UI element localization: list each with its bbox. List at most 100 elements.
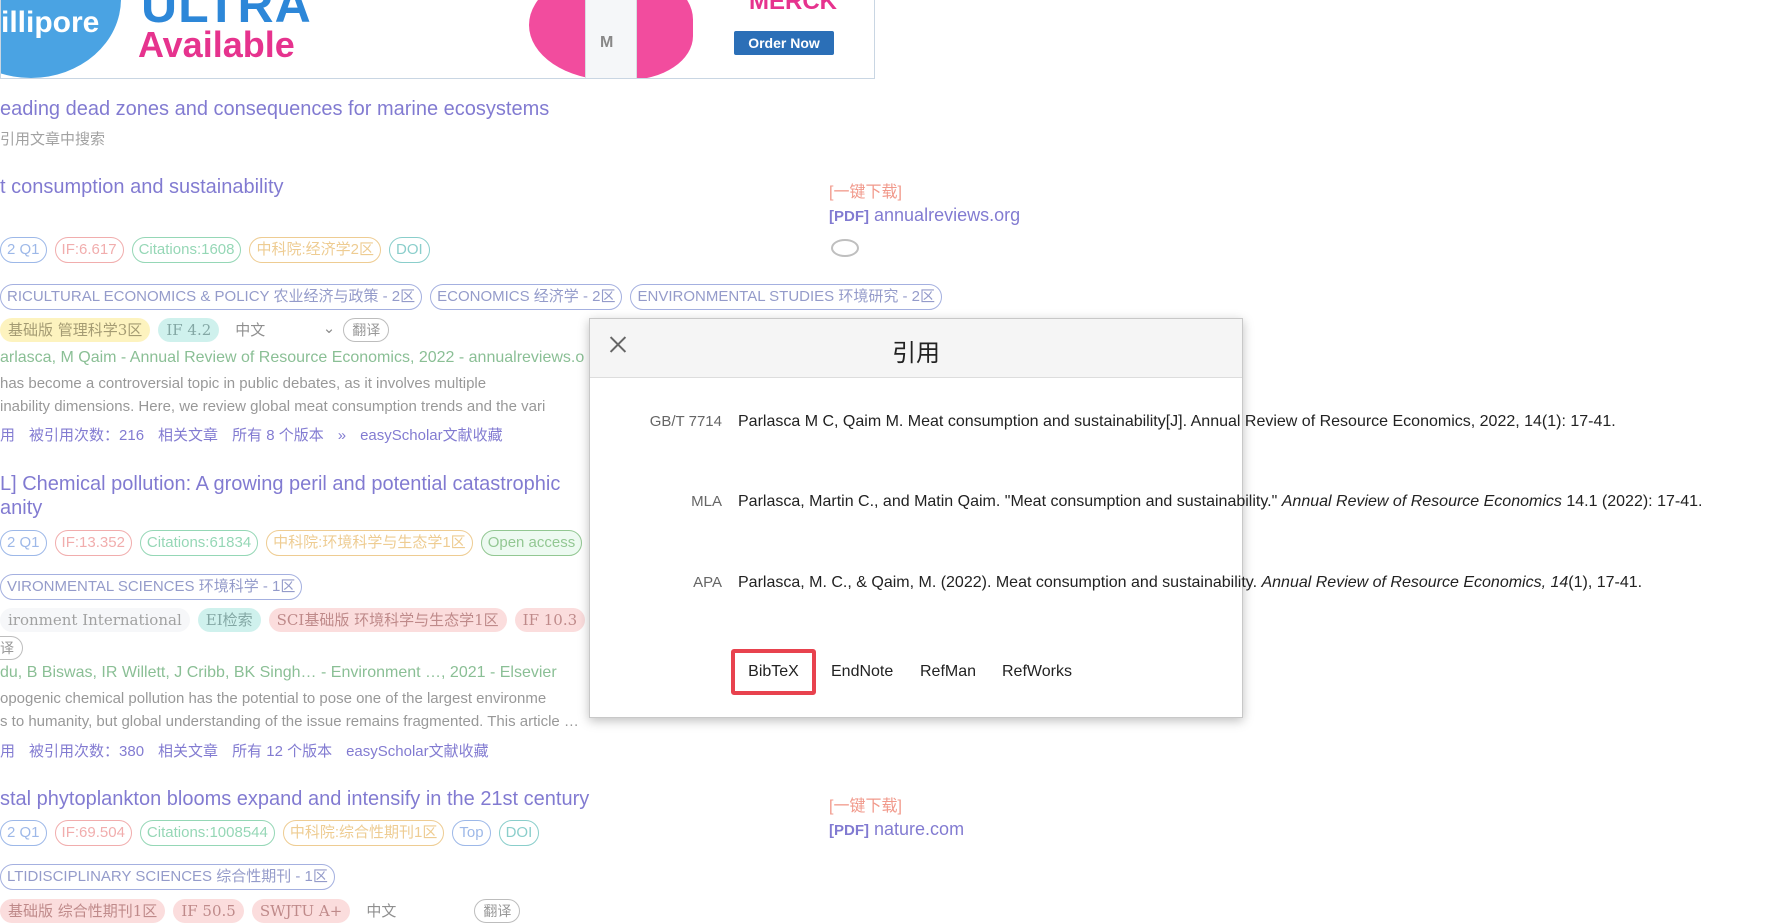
search-within-citing-link[interactable]: 引用文章中搜索 bbox=[0, 128, 105, 149]
category-tags: VIRONMENTAL SCIENCES 环境科学 - 1区 bbox=[0, 574, 310, 600]
open-access-tag: Open access bbox=[480, 530, 583, 556]
endnote-export-link[interactable]: EndNote bbox=[831, 649, 893, 695]
sci-partition-chip: 基础版 管理科学3区 bbox=[0, 318, 151, 342]
index-chips: 基础版 综合性期刊1区 IF 50.5 SWJTU A+ 中文 翻译 bbox=[0, 898, 521, 923]
more-icon[interactable]: » bbox=[338, 427, 346, 444]
pdf-source: annualreviews.org bbox=[874, 205, 1021, 225]
easyscholar-save-link[interactable]: easyScholar文献收藏 bbox=[360, 427, 503, 444]
category-tag: VIRONMENTAL SCIENCES 环境科学 - 1区 bbox=[0, 574, 303, 600]
translate-button-partial[interactable]: 译 bbox=[0, 636, 23, 660]
related-articles-link[interactable]: 相关文章 bbox=[158, 427, 218, 444]
citation-text-part: Parlasca, M. C., & Qaim, M. (2022). Meat… bbox=[738, 574, 1262, 591]
impact-factor-tag: IF:13.352 bbox=[54, 530, 132, 556]
metric-tags: 2 Q1 IF:69.504 Citations:1008544 中科院:综合性期刊1… bbox=[0, 820, 547, 846]
easyscholar-save-link[interactable]: easyScholar文献收藏 bbox=[346, 743, 489, 760]
category-tags: LTIDISCIPLINARY SCIENCES 综合性期刊 - 1区 bbox=[0, 864, 343, 890]
one-click-download-link[interactable]: [一键下载] bbox=[829, 178, 902, 202]
language-select-value: 中文 bbox=[235, 322, 266, 339]
index-chips: ironment International EI检索 SCI基础版 环境科学与生态… bbox=[0, 608, 593, 632]
cite-link[interactable]: 用 bbox=[0, 427, 15, 444]
cited-by-link[interactable]: 被引用次数：216 bbox=[29, 427, 144, 444]
citation-text-part: Parlasca, Martin C., and Matin Qaim. "Me… bbox=[738, 493, 1282, 510]
result-title[interactable]: eading dead zones and consequences for m… bbox=[0, 98, 549, 121]
if-chip: IF 4.2 bbox=[158, 318, 220, 342]
all-versions-link[interactable]: 所有 12 个版本 bbox=[232, 743, 332, 760]
result-actions: 用被引用次数：216 相关文章 所有 8 个版本 » easyScholar文献收藏 bbox=[0, 424, 517, 445]
result-snippet-line: has become a controversial topic in publ… bbox=[0, 375, 487, 392]
doi-tag[interactable]: DOI bbox=[389, 237, 430, 263]
citations-tag: Citations:1608 bbox=[131, 237, 242, 263]
pdf-link[interactable]: [PDF] nature.com bbox=[829, 819, 964, 840]
cite-link[interactable]: 用 bbox=[0, 743, 15, 760]
if-chip: IF 10.3 bbox=[514, 608, 586, 632]
banner-availability: Available bbox=[138, 24, 295, 65]
translate-button[interactable]: 翻译 bbox=[474, 899, 521, 923]
index-chips: 基础版 管理科学3区 IF 4.2 中文 ⌄ 翻译 bbox=[0, 317, 390, 342]
pdf-source: nature.com bbox=[874, 819, 965, 839]
cas-partition-tag: 中科院:综合性期刊1区 bbox=[282, 820, 445, 846]
impact-factor-tag: IF:6.617 bbox=[54, 237, 124, 263]
category-tag: ECONOMICS 经济学 - 2区 bbox=[430, 284, 623, 310]
sci-partition-chip: SCI基础版 环境科学与生态学1区 bbox=[268, 608, 507, 632]
swjtu-chip: SWJTU A+ bbox=[251, 899, 351, 923]
ad-banner[interactable]: illipore ULTRA Available M MERCK Order N… bbox=[0, 0, 875, 79]
cite-dialog-header: 引用 bbox=[590, 319, 1242, 378]
citation-text[interactable]: Parlasca, M. C., & Qaim, M. (2022). Meat… bbox=[738, 572, 1642, 593]
language-select[interactable]: 中文 ⌄ bbox=[227, 317, 343, 342]
all-versions-link[interactable]: 所有 8 个版本 bbox=[232, 427, 324, 444]
impact-factor-tag: IF:69.504 bbox=[54, 820, 132, 846]
citation-text[interactable]: Parlasca, Martin C., and Matin Qaim. "Me… bbox=[738, 491, 1702, 512]
citation-style-label: GB/T 7714 bbox=[649, 413, 722, 430]
citations-tag: Citations:61834 bbox=[139, 530, 259, 556]
globe-icon[interactable] bbox=[831, 239, 859, 257]
top-tag: Top bbox=[452, 820, 491, 846]
refworks-export-link[interactable]: RefWorks bbox=[1002, 649, 1072, 695]
category-tag: RICULTURAL ECONOMICS & POLICY 农业经济与政策 - … bbox=[0, 284, 423, 310]
citation-text[interactable]: Parlasca M C, Qaim M. Meat consumption a… bbox=[738, 411, 1616, 432]
banner-brand: illipore bbox=[1, 6, 100, 39]
pdf-tag: [PDF] bbox=[829, 822, 869, 839]
result-title-continued[interactable]: anity bbox=[0, 497, 42, 520]
cas-partition-tag: 中科院:经济学2区 bbox=[249, 237, 381, 263]
citation-text-part: (1), 17-41. bbox=[1568, 574, 1643, 591]
jcr-quartile-tag: 2 Q1 bbox=[0, 530, 47, 556]
sci-partition-chip: 基础版 综合性期刊1区 bbox=[0, 899, 166, 923]
refman-export-link[interactable]: RefMan bbox=[920, 649, 976, 695]
category-tag: ENVIRONMENTAL STUDIES 环境研究 - 2区 bbox=[630, 284, 943, 310]
journal-chip: ironment International bbox=[0, 608, 190, 632]
language-select[interactable]: 中文 bbox=[358, 898, 474, 923]
citation-style-label: APA bbox=[693, 574, 722, 591]
pdf-link[interactable]: [PDF] annualreviews.org bbox=[829, 205, 1020, 226]
metric-tags: 2 Q1 IF:13.352 Citations:61834 中科院:环境科学与生态学… bbox=[0, 530, 590, 556]
category-tags: RICULTURAL ECONOMICS & POLICY 农业经济与政策 - … bbox=[0, 284, 950, 310]
metric-tags: 2 Q1 IF:6.617 Citations:1608 中科院:经济学2区 DOI bbox=[0, 237, 438, 263]
ei-chip: EI检索 bbox=[197, 608, 261, 632]
bibtex-export-link[interactable]: BibTeX bbox=[731, 649, 816, 695]
translate-label: 译 bbox=[0, 636, 23, 660]
pdf-tag: [PDF] bbox=[829, 208, 869, 225]
jcr-quartile-tag: 2 Q1 bbox=[0, 237, 47, 263]
result-authors: du, B Biswas, IR Willett, J Cribb, BK Si… bbox=[0, 664, 557, 681]
chevron-down-icon: ⌄ bbox=[322, 320, 336, 337]
result-title[interactable]: stal phytoplankton blooms expand and int… bbox=[0, 788, 589, 811]
citations-tag: Citations:1008544 bbox=[139, 820, 275, 846]
cite-dialog-title: 引用 bbox=[892, 339, 940, 367]
result-title[interactable]: t consumption and sustainability bbox=[0, 176, 284, 199]
cite-dialog: 引用 GB/T 7714 Parlasca M C, Qaim M. Meat … bbox=[589, 318, 1702, 718]
if-chip: IF 50.5 bbox=[173, 899, 244, 923]
doi-tag[interactable]: DOI bbox=[498, 820, 540, 846]
result-snippet-line: inability dimensions. Here, we review gl… bbox=[0, 398, 546, 415]
cas-partition-tag: 中科院:环境科学与生态学1区 bbox=[266, 530, 473, 556]
one-click-download-link[interactable]: [一键下载] bbox=[829, 792, 902, 816]
result-snippet-line: s to humanity, but global understanding … bbox=[0, 713, 579, 730]
category-tag: LTIDISCIPLINARY SCIENCES 综合性期刊 - 1区 bbox=[0, 864, 335, 890]
translate-button[interactable]: 翻译 bbox=[343, 318, 390, 342]
cited-by-link[interactable]: 被引用次数：380 bbox=[29, 743, 144, 760]
scholar-results-page: illipore ULTRA Available M MERCK Order N… bbox=[0, 0, 1775, 923]
citation-journal: Annual Review of Resource Economics, 14 bbox=[1261, 574, 1569, 591]
related-articles-link[interactable]: 相关文章 bbox=[158, 743, 218, 760]
banner-vendor-logo: MERCK bbox=[749, 0, 837, 15]
order-now-button[interactable]: Order Now bbox=[734, 31, 834, 55]
citation-style-label: MLA bbox=[691, 493, 722, 510]
result-title[interactable]: L] Chemical pollution: A growing peril a… bbox=[0, 473, 560, 496]
